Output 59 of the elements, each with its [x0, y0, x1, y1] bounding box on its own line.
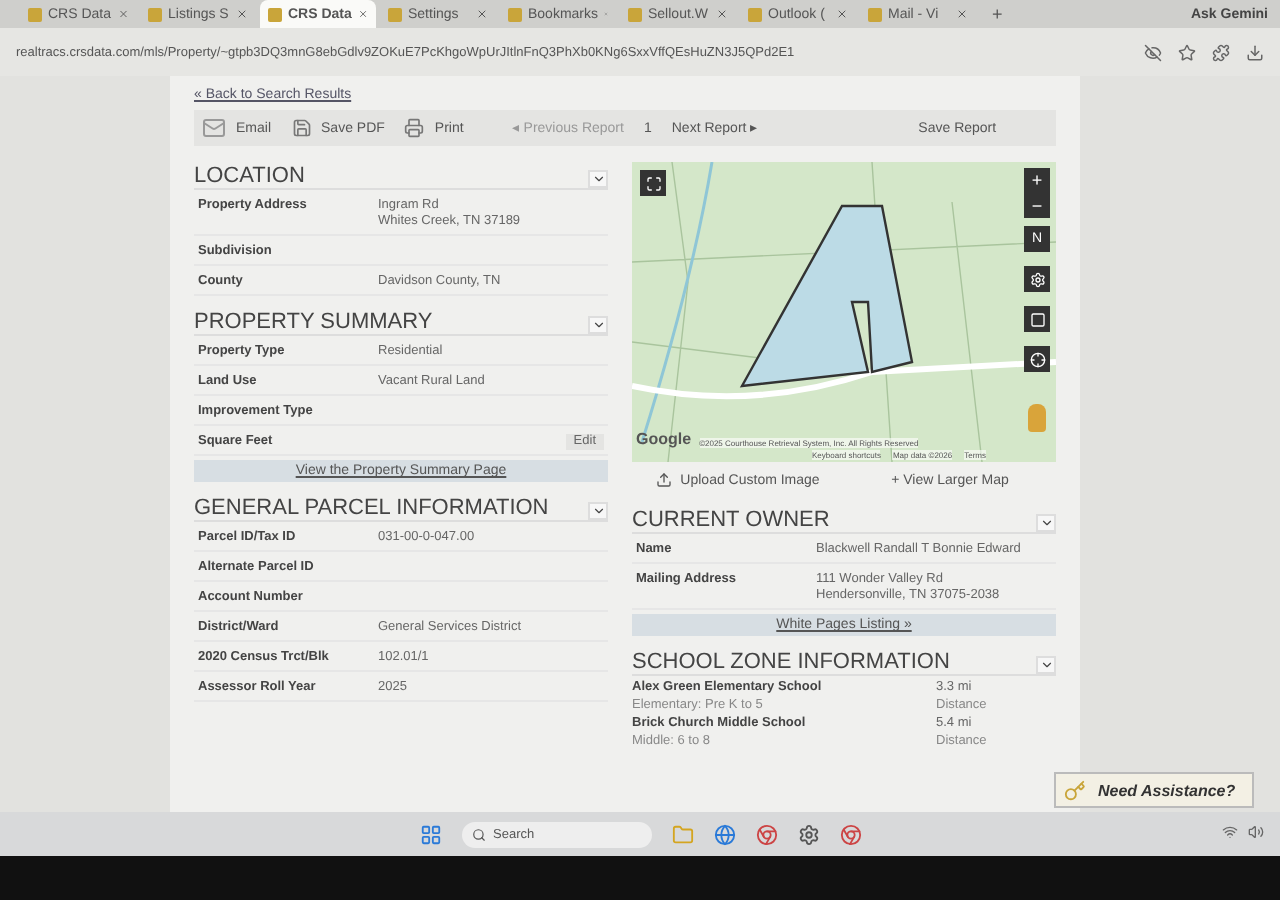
need-assistance-button[interactable]: Need Assistance? [1054, 772, 1254, 808]
browser-icon [839, 823, 861, 845]
section-title: CURRENT OWNER [632, 508, 830, 532]
download-icon [1246, 43, 1264, 61]
close-icon[interactable] [357, 8, 368, 20]
favicon-icon [268, 7, 282, 21]
wifi-icon [1222, 824, 1238, 840]
globe-icon [713, 823, 735, 845]
crosshair-icon [1029, 351, 1045, 367]
caret-icon [1039, 658, 1053, 672]
map-logo: Google [636, 430, 692, 448]
favicon-icon [28, 7, 42, 21]
square-button[interactable] [1024, 306, 1050, 332]
print-icon [404, 118, 425, 138]
fullscreen-icon [645, 175, 661, 191]
windows-icon [419, 823, 441, 845]
collapse-button[interactable] [588, 316, 608, 334]
collapse-button[interactable] [588, 170, 608, 188]
section-title: SCHOOL ZONE INFORMATION [632, 650, 950, 674]
caret-icon [591, 172, 605, 186]
favicon-icon [148, 7, 162, 21]
collapse-button[interactable] [588, 502, 608, 520]
favicon-icon [748, 7, 762, 21]
favicon-icon [868, 7, 882, 21]
key-icon [1064, 779, 1086, 801]
section-title: LOCATION [194, 164, 305, 188]
collapse-button[interactable] [1036, 656, 1056, 674]
eye-off-icon [1144, 43, 1162, 61]
close-icon[interactable] [956, 8, 968, 20]
caret-icon [591, 504, 605, 518]
collapse-button[interactable] [1036, 514, 1056, 532]
mail-icon [202, 116, 226, 140]
close-icon[interactable] [716, 8, 728, 20]
star-icon [1178, 43, 1196, 61]
close-icon[interactable] [476, 8, 488, 20]
new-tab-button[interactable]: + [980, 4, 1015, 24]
extensions-icon [1212, 43, 1230, 61]
square-icon [1029, 311, 1045, 327]
settings-icon [1029, 271, 1045, 287]
settings-icon [797, 823, 819, 845]
favicon-icon [628, 7, 642, 21]
folder-icon [671, 823, 693, 845]
close-icon[interactable] [836, 8, 848, 20]
search-icon [471, 827, 485, 841]
caret-icon [1039, 516, 1053, 530]
caret-icon [591, 318, 605, 332]
close-icon[interactable] [236, 8, 248, 20]
browser-icon [755, 823, 777, 845]
favicon-icon [388, 7, 402, 21]
favicon-icon [508, 7, 522, 21]
settings-button[interactable] [1024, 266, 1050, 292]
locate-button[interactable] [1024, 346, 1050, 372]
fullscreen-button[interactable] [640, 170, 666, 196]
section-title: GENERAL PARCEL INFORMATION [194, 496, 549, 520]
section-title: PROPERTY SUMMARY [194, 310, 433, 334]
map-drawing[interactable] [632, 162, 1056, 462]
volume-icon [1248, 824, 1264, 840]
save-icon [291, 118, 312, 138]
upload-icon [656, 472, 673, 488]
